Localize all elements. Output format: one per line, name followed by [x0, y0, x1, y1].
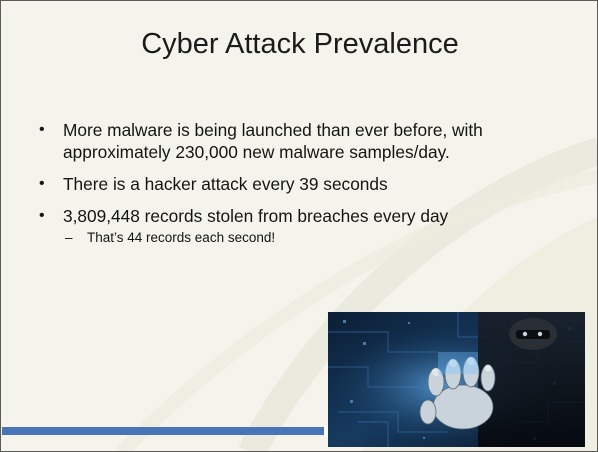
slide-title: Cyber Attack Prevalence: [141, 28, 459, 60]
bullet-item: • There is a hacker attack every 39 seco…: [39, 173, 579, 195]
footer-divider: [324, 425, 328, 437]
hacker-hand-icon: [328, 312, 585, 447]
bullet-list: • More malware is being launched than ev…: [39, 119, 579, 247]
sub-bullet-item: – That’s 44 records each second!: [39, 229, 579, 247]
slide: Cyber Attack Prevalence • More malware i…: [0, 0, 598, 452]
bullet-item: • More malware is being launched than ev…: [39, 119, 579, 163]
bullet-text: 3,809,448 records stolen from breaches e…: [63, 206, 449, 226]
sub-bullet-marker: –: [65, 230, 73, 245]
bullet-marker: •: [39, 175, 45, 192]
bullet-marker: •: [39, 207, 45, 224]
footer-accent-bar: [2, 427, 324, 435]
sub-bullet-text: That’s 44 records each second!: [87, 230, 276, 245]
hacker-image: [328, 312, 585, 447]
bullet-item: • 3,809,448 records stolen from breaches…: [39, 205, 579, 227]
bullet-marker: •: [39, 121, 45, 138]
bullet-text: There is a hacker attack every 39 second…: [63, 174, 388, 194]
bullet-text: More malware is being launched than ever…: [63, 120, 483, 162]
